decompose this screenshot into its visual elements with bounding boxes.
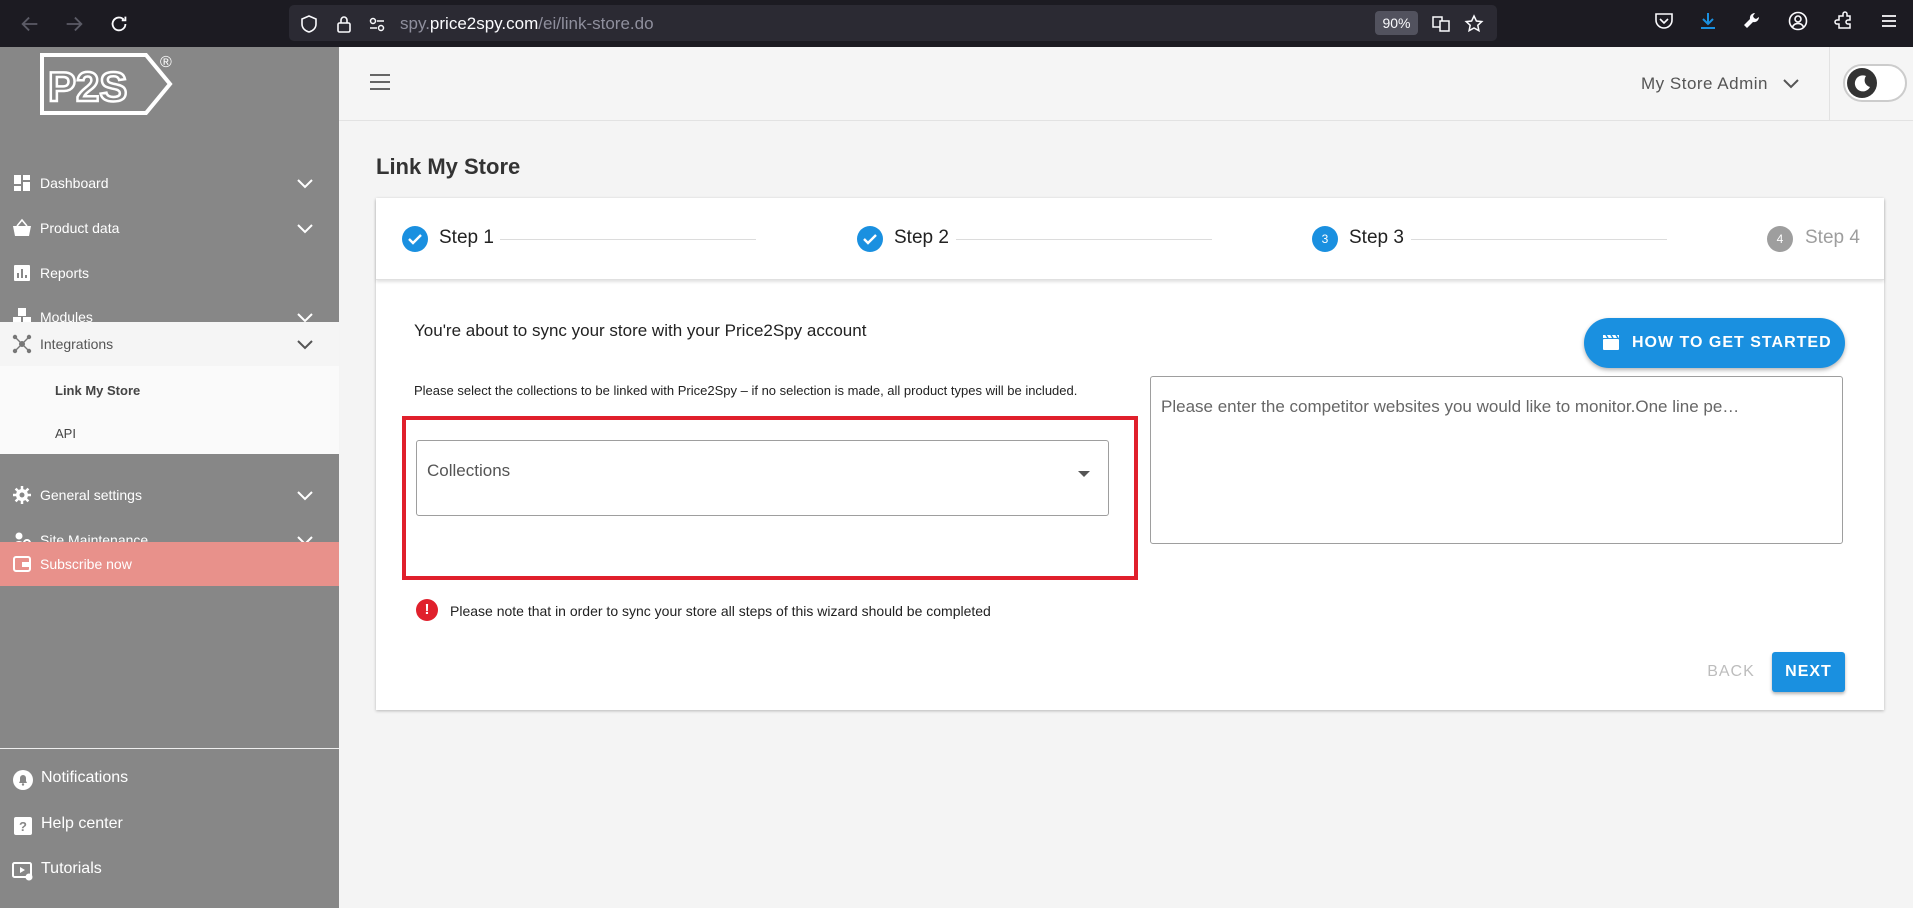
sidebar-item-dashboard[interactable]: Dashboard [0, 161, 339, 205]
check-icon [857, 226, 883, 252]
basket-icon [12, 218, 32, 238]
sidebar-item-reports[interactable]: Reports [0, 251, 339, 295]
collections-instruction: Please select the collections to be link… [414, 383, 1078, 398]
dropdown-arrow-icon[interactable] [1078, 471, 1090, 477]
wrench-icon[interactable] [1741, 10, 1765, 34]
sync-heading: You're about to sync your store with you… [414, 321, 867, 340]
divider [0, 748, 339, 749]
sidebar-item-label: Subscribe now [40, 556, 132, 572]
url-text[interactable]: spy.price2spy.com/ei/link-store.do [400, 14, 654, 34]
sidebar-item-label: Notifications [41, 769, 129, 786]
textarea-placeholder: Please enter the competitor websites you… [1161, 397, 1740, 416]
wallet-icon [12, 554, 32, 574]
next-button[interactable]: NEXT [1772, 652, 1845, 692]
step-3-number: 3 [1312, 226, 1338, 252]
sidebar-item-integrations[interactable]: Integrations [0, 322, 339, 367]
browser-toolbar: spy.price2spy.com/ei/link-store.do 90% [0, 0, 1913, 47]
check-icon [402, 226, 428, 252]
forward-arrow-icon[interactable] [60, 10, 88, 38]
error-info-icon: ! [416, 599, 438, 621]
sidebar-item-notifications[interactable]: Notifications [0, 757, 339, 801]
dashboard-icon [12, 173, 32, 193]
moon-icon [1847, 68, 1877, 98]
collections-select-label: Collections [427, 461, 511, 480]
chevron-down-icon[interactable] [295, 334, 315, 354]
zoom-level[interactable]: 90% [1375, 11, 1418, 35]
sidebar-subitem-link-my-store[interactable]: Link My Store [55, 383, 140, 398]
bookmark-star-icon[interactable] [1464, 14, 1484, 34]
hamburger-menu-icon[interactable] [369, 73, 391, 91]
step-1-label[interactable]: Step 1 [439, 227, 494, 249]
step-connector [1411, 239, 1667, 240]
menu-icon[interactable] [1878, 10, 1902, 34]
url-prefix: spy. [400, 14, 430, 33]
chevron-down-icon[interactable] [295, 485, 315, 505]
sidebar-item-label: Reports [40, 265, 90, 281]
sidebar-item-product-data[interactable]: Product data [0, 206, 339, 250]
stepper: Step 1 Step 2 3 Step 3 4 Step 4 [376, 198, 1884, 280]
address-bar[interactable]: spy.price2spy.com/ei/link-store.do 90% [289, 5, 1497, 41]
step-4-label[interactable]: Step 4 [1805, 227, 1860, 249]
sidebar-item-label: Integrations [40, 336, 114, 352]
user-menu-label[interactable]: My Store Admin [1641, 74, 1768, 94]
chevron-down-icon[interactable] [295, 218, 315, 238]
step-4-number: 4 [1767, 226, 1793, 252]
wizard-warning-text: Please note that in order to sync your s… [450, 603, 991, 619]
competitor-websites-textarea[interactable]: Please enter the competitor websites you… [1150, 376, 1843, 544]
divider [1829, 47, 1830, 121]
integrations-submenu: Link My Store API [0, 366, 339, 454]
back-arrow-icon[interactable] [16, 10, 44, 38]
svg-text:?: ? [19, 819, 27, 834]
how-to-get-started-button[interactable]: HOW TO GET STARTED [1584, 318, 1845, 368]
gear-icon [12, 485, 32, 505]
sidebar-item-label: Help center [41, 815, 123, 832]
button-label: HOW TO GET STARTED [1632, 334, 1832, 351]
step-connector [500, 239, 756, 240]
lock-icon[interactable] [334, 14, 354, 34]
sidebar-item-subscribe-now[interactable]: Subscribe now [0, 542, 339, 586]
sidebar-item-general-settings[interactable]: General settings [0, 473, 339, 517]
url-domain: price2spy.com [429, 14, 539, 33]
help-icon: ? [12, 815, 34, 837]
video-tutorial-icon [12, 860, 34, 882]
chevron-down-icon[interactable] [1781, 73, 1801, 93]
extensions-icon[interactable] [1833, 10, 1857, 34]
permissions-icon[interactable] [367, 14, 387, 34]
app-header: My Store Admin [339, 47, 1913, 121]
logo-registered-mark: ® [160, 54, 172, 71]
bar-chart-icon [12, 263, 32, 283]
dark-mode-toggle[interactable] [1843, 64, 1907, 102]
sidebar-subitem-api[interactable]: API [55, 426, 76, 441]
download-icon[interactable] [1697, 10, 1721, 34]
sidebar-item-tutorials[interactable]: Tutorials [0, 848, 339, 892]
chevron-down-icon[interactable] [295, 173, 315, 193]
bell-icon [12, 769, 34, 791]
sidebar-item-label: Dashboard [40, 175, 109, 191]
page-title: Link My Store [376, 154, 521, 179]
integrations-icon [12, 334, 32, 354]
reload-icon[interactable] [105, 10, 133, 38]
step-2-label[interactable]: Step 2 [894, 227, 949, 249]
pocket-icon[interactable] [1653, 10, 1677, 34]
step-connector [956, 239, 1212, 240]
clapperboard-icon [1602, 333, 1620, 351]
url-path: /ei/link-store.do [538, 14, 654, 33]
wizard-card: Step 1 Step 2 3 Step 3 4 Step 4 You're a… [376, 198, 1884, 710]
sidebar-item-label: General settings [40, 487, 142, 503]
shield-icon[interactable] [299, 14, 319, 34]
sidebar-item-help-center[interactable]: ? Help center [0, 803, 339, 847]
sidebar-item-label: Tutorials [41, 860, 102, 877]
account-icon[interactable] [1787, 10, 1811, 34]
collections-select[interactable]: Collections [416, 440, 1109, 516]
translate-icon[interactable] [1431, 14, 1451, 34]
sidebar: P2S ® Dashboard Product data Reports Mod… [0, 47, 339, 908]
logo-text: P2S [48, 63, 127, 110]
step-3-label[interactable]: Step 3 [1349, 227, 1404, 249]
logo[interactable]: P2S ® [0, 47, 339, 119]
back-button[interactable]: BACK [1698, 663, 1764, 687]
sidebar-item-label: Product data [40, 220, 120, 236]
